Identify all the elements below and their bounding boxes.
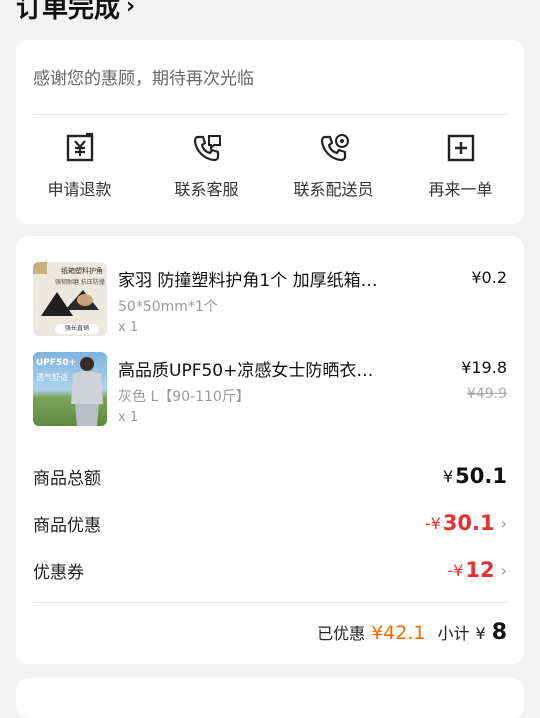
reorder-label: 再来一单: [428, 180, 493, 199]
goods-discount-label: 商品优惠: [33, 515, 101, 536]
saved-amount: ¥42.1: [371, 622, 426, 644]
refund-button[interactable]: 申请退款: [20, 132, 140, 202]
list-item[interactable]: 纸箱塑料护角 强韧耐磨 抗压防撞 强长直销 家羽 防撞塑料护角1个 加厚纸箱… …: [33, 262, 507, 338]
goods-total-amount: ¥ 50.1: [443, 464, 507, 488]
next-card: [16, 678, 524, 718]
subtotal-label: 小计: [437, 624, 470, 643]
product-quantity: x 1: [118, 320, 139, 335]
thumb-caption: 纸箱塑料护角: [61, 267, 103, 275]
goods-discount-amount: -¥ 30.1 ›: [425, 511, 507, 535]
product-image: [41, 290, 99, 316]
product-image: [71, 357, 103, 426]
currency-symbol: ¥: [442, 466, 454, 486]
contact-courier-label: 联系配送员: [293, 180, 374, 199]
goods-total-label: 商品总额: [33, 468, 101, 489]
chevron-right-icon: ›: [500, 560, 507, 580]
page-title[interactable]: 订单完成 ›: [16, 0, 135, 25]
currency-symbol: -¥: [424, 513, 441, 533]
chevron-right-icon: ›: [126, 0, 136, 19]
goods-discount-row[interactable]: 商品优惠 -¥ 30.1 ›: [33, 508, 507, 538]
thumb-badge: 强长直销: [55, 324, 99, 334]
refund-icon: [66, 132, 93, 162]
product-thumbnail: UPF50+ 透气舒适: [33, 352, 107, 426]
contact-courier-button[interactable]: 联系配送员: [274, 132, 394, 202]
phone-service-icon: [193, 135, 221, 162]
divider: [33, 114, 507, 115]
goods-total-value: 50.1: [455, 464, 507, 488]
order-actions-card: 感谢您的惠顾，期待再次光临 申请退款 联系客服 联系配送员 再来一单: [16, 40, 524, 224]
coupon-label: 优惠券: [33, 562, 84, 583]
order-detail-card: 纸箱塑料护角 强韧耐磨 抗压防撞 强长直销 家羽 防撞塑料护角1个 加厚纸箱… …: [16, 236, 524, 664]
thanks-message: 感谢您的惠顾，期待再次光临: [33, 69, 254, 89]
contact-service-label: 联系客服: [174, 180, 239, 199]
action-bar: 申请退款 联系客服 联系配送员 再来一单: [16, 132, 524, 202]
product-price: ¥0.2: [471, 268, 507, 287]
product-original-price: ¥49.9: [466, 386, 507, 402]
product-name[interactable]: 高品质UPF50+凉感女士防晒衣…: [118, 356, 418, 381]
list-item[interactable]: UPF50+ 透气舒适 高品质UPF50+凉感女士防晒衣… 灰色 L【90-11…: [33, 352, 507, 428]
chevron-right-icon: ›: [500, 513, 507, 533]
goods-total-row: 商品总额 ¥ 50.1: [33, 461, 507, 491]
reorder-icon: [447, 134, 474, 162]
product-spec: 灰色 L【90-110斤】: [118, 389, 250, 405]
order-status-title: 订单完成: [16, 0, 121, 24]
saved-label: 已优惠: [317, 624, 366, 643]
product-thumbnail: 纸箱塑料护角 强韧耐磨 抗压防撞 强长直销: [33, 262, 107, 336]
refund-label: 申请退款: [47, 180, 112, 199]
product-spec: 50*50mm*1个: [118, 299, 218, 315]
contact-service-button[interactable]: 联系客服: [147, 132, 267, 202]
coupon-value: 12: [465, 558, 495, 582]
reorder-button[interactable]: 再来一单: [401, 132, 521, 202]
product-quantity: x 1: [118, 410, 139, 425]
currency-symbol: ¥: [475, 624, 486, 643]
goods-discount-value: 30.1: [442, 511, 495, 535]
coupon-amount: -¥ 12 ›: [447, 558, 507, 582]
product-price: ¥19.8: [461, 358, 507, 377]
coupon-row[interactable]: 优惠券 -¥ 12 ›: [33, 555, 507, 585]
currency-symbol: -¥: [447, 560, 464, 580]
divider: [33, 602, 507, 603]
order-summary: 已优惠 ¥42.1 小计 ¥ 8: [317, 620, 507, 645]
thumb-caption: 强韧耐磨 抗压防撞: [55, 279, 105, 286]
subtotal-value: 8: [491, 620, 507, 645]
product-name[interactable]: 家羽 防撞塑料护角1个 加厚纸箱…: [118, 266, 418, 291]
brand-logo: [33, 262, 47, 274]
phone-courier-icon: [320, 134, 349, 162]
